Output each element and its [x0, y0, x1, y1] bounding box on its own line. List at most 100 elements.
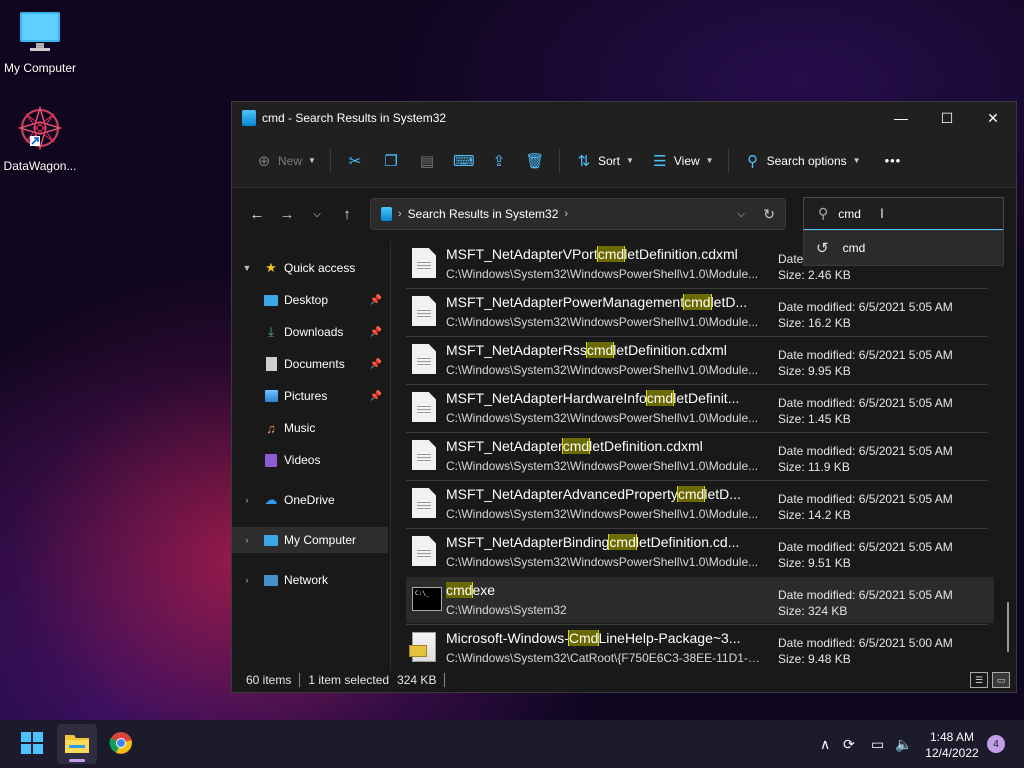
- file-path: C:\Windows\System32\WindowsPowerShell\v1…: [446, 507, 759, 521]
- desktop-icon-datawagon[interactable]: DataWagon...: [0, 105, 80, 173]
- file-size: Size: 1.45 KB: [778, 412, 851, 426]
- file-size: Size: 324 KB: [778, 604, 848, 618]
- view-button[interactable]: ☰ View ▼: [642, 145, 722, 177]
- more-icon: •••: [884, 153, 902, 168]
- desktop-icon-label: DataWagon...: [3, 159, 77, 173]
- cut-button[interactable]: ✂: [337, 145, 373, 177]
- nav-desktop[interactable]: Desktop 📌: [232, 287, 388, 313]
- new-button[interactable]: ⊕ New ▼: [246, 145, 324, 177]
- details-view-button[interactable]: ☰: [970, 672, 988, 688]
- pin-icon[interactable]: 📌: [370, 327, 382, 338]
- sync-icon[interactable]: ⟳: [843, 736, 855, 753]
- chevron-right-icon[interactable]: ›: [240, 495, 254, 505]
- nav-downloads[interactable]: ⤓ Downloads 📌: [232, 319, 388, 345]
- scrollbar-thumb[interactable]: [1007, 602, 1009, 652]
- file-size: Size: 16.2 KB: [778, 316, 851, 330]
- taskbar-chrome[interactable]: [101, 724, 141, 764]
- date-modified: Date modified: 6/5/2021 5:05 AM: [778, 492, 953, 506]
- file-name: MSFT_NetAdaptercmdletDefinition.cdxml: [446, 438, 703, 454]
- notification-badge[interactable]: 4: [987, 735, 1005, 753]
- copy-button[interactable]: ❐: [373, 145, 409, 177]
- date-modified: Date modified: 6/5/2021 5:05 AM: [778, 348, 953, 362]
- pin-icon[interactable]: 📌: [370, 391, 382, 402]
- network-icon[interactable]: ▭: [871, 736, 884, 753]
- list-item[interactable]: Microsoft-Windows-CmdLineHelp-Package~3.…: [406, 625, 994, 671]
- desktop-icon-my-computer[interactable]: My Computer: [0, 10, 80, 75]
- file-path: C:\Windows\System32\WindowsPowerShell\v1…: [446, 315, 759, 329]
- chevron-right-icon[interactable]: ›: [240, 575, 254, 585]
- start-button[interactable]: [12, 724, 52, 764]
- pin-icon[interactable]: 📌: [370, 295, 382, 306]
- chevron-down-icon[interactable]: ▼: [240, 263, 254, 273]
- title-bar[interactable]: cmd - Search Results in System32 — ☐ ✕: [232, 102, 1016, 134]
- up-button[interactable]: ↑: [332, 199, 362, 229]
- console-icon: C:\_: [412, 587, 442, 611]
- view-list-icon: ☰: [653, 152, 667, 170]
- address-bar[interactable]: › Search Results in System32 › ⌵ ↻: [370, 198, 786, 230]
- search-box[interactable]: ⚲ I: [803, 197, 1004, 231]
- chevron-up-icon[interactable]: ∧: [820, 736, 830, 753]
- monitor-icon: [262, 532, 280, 548]
- nav-documents[interactable]: Documents 📌: [232, 351, 388, 377]
- paste-button[interactable]: ▤: [409, 145, 445, 177]
- delete-button[interactable]: 🗑: [517, 145, 553, 177]
- tiles-view-button[interactable]: ▭: [992, 672, 1010, 688]
- chevron-right-icon: ›: [564, 208, 569, 220]
- share-icon: ⇪: [492, 152, 506, 170]
- list-item[interactable]: MSFT_NetAdapterPowerManagementcmdletD...…: [406, 289, 994, 335]
- nav-music[interactable]: ♫ Music: [232, 415, 388, 441]
- clock-time: 1:48 AM: [929, 730, 975, 744]
- search-suggestion[interactable]: ↺ cmd: [803, 230, 1004, 266]
- search-options-button[interactable]: ⚲ Search options ▼: [735, 145, 869, 177]
- nav-pictures[interactable]: Pictures 📌: [232, 383, 388, 409]
- list-item[interactable]: MSFT_NetAdapterAdvancedPropertycmdletD..…: [406, 481, 994, 527]
- pin-icon[interactable]: 📌: [370, 359, 382, 370]
- chevron-down-icon: ▼: [308, 156, 316, 165]
- music-icon: ♫: [266, 420, 276, 436]
- forward-button[interactable]: →: [272, 199, 302, 229]
- volume-icon[interactable]: 🔈: [895, 736, 912, 753]
- rename-icon: ⌨: [452, 152, 475, 170]
- date-modified: Date modified: 6/5/2021 5:05 AM: [778, 540, 953, 554]
- folder-icon: [381, 207, 392, 221]
- nav-videos[interactable]: Videos: [232, 447, 388, 473]
- file-name: cmdexe: [446, 582, 496, 598]
- text-cursor-icon: I: [880, 205, 884, 221]
- datawagon-app-icon: [0, 105, 80, 155]
- list-item[interactable]: MSFT_NetAdapterRsscmdletDefinition.cdxml…: [406, 337, 994, 383]
- clipboard-icon: ▤: [419, 152, 435, 170]
- list-item[interactable]: MSFT_NetAdaptercmdletDefinition.cdxml C:…: [406, 433, 994, 479]
- more-options-button[interactable]: •••: [877, 145, 910, 177]
- file-path: C:\Windows\System32\WindowsPowerShell\v1…: [446, 459, 759, 473]
- recent-locations-button[interactable]: ⌵: [302, 199, 332, 229]
- separator: [444, 673, 446, 687]
- rename-button[interactable]: ⌨: [445, 145, 481, 177]
- share-button[interactable]: ⇪: [481, 145, 517, 177]
- minimize-button[interactable]: —: [878, 102, 924, 134]
- chevron-right-icon[interactable]: ›: [240, 535, 254, 545]
- nav-my-computer[interactable]: › My Computer: [232, 527, 388, 553]
- file-explorer-icon: [64, 732, 90, 757]
- back-button[interactable]: ←: [242, 199, 272, 229]
- history-icon: ↺: [816, 240, 829, 257]
- clock[interactable]: 1:48 AM 12/4/2022: [920, 729, 984, 761]
- maximize-button[interactable]: ☐: [924, 102, 970, 134]
- close-button[interactable]: ✕: [970, 102, 1016, 134]
- chevron-down-icon: ▼: [852, 156, 861, 165]
- command-bar: ⊕ New ▼ ✂ ❐ ▤ ⌨ ⇪ 🗑 ⇅ Sort ▼ ☰ View ▼ ⚲ …: [232, 134, 1016, 188]
- refresh-icon[interactable]: ↻: [763, 206, 775, 223]
- list-item-selected[interactable]: C:\_ cmdexe C:\Windows\System32 Date mod…: [406, 577, 994, 623]
- search-input[interactable]: [838, 206, 979, 221]
- sort-button[interactable]: ⇅ Sort ▼: [566, 145, 642, 177]
- taskbar-file-explorer[interactable]: [57, 724, 97, 764]
- list-item[interactable]: MSFT_NetAdapterHardwareInfocmdletDefinit…: [406, 385, 994, 431]
- chevron-down-icon[interactable]: ⌵: [737, 209, 745, 220]
- monitor-icon: [0, 10, 80, 57]
- list-item[interactable]: MSFT_NetAdapterBindingcmdletDefinition.c…: [406, 529, 994, 575]
- document-icon: [262, 356, 280, 372]
- nav-network[interactable]: › Network: [232, 567, 388, 593]
- nav-quick-access[interactable]: ▼ ★ Quick access: [232, 255, 388, 281]
- pane-splitter[interactable]: [390, 241, 391, 671]
- nav-onedrive[interactable]: › ☁ OneDrive: [232, 487, 388, 513]
- file-icon: [412, 344, 436, 374]
